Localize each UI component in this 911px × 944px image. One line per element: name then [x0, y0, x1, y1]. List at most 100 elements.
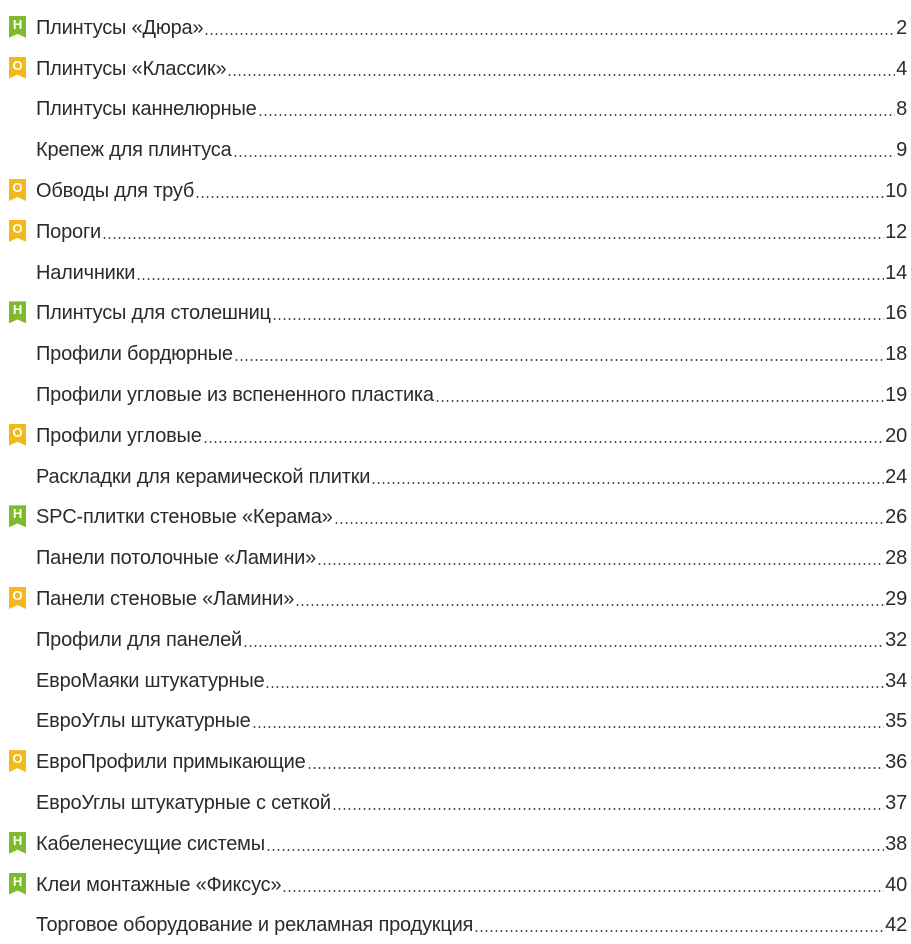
- toc-row[interactable]: Н SPC-плитки стеновые «Керама» 26: [0, 496, 911, 537]
- badge-slot: О: [0, 423, 36, 447]
- badge-slot: О: [0, 219, 36, 243]
- toc-row[interactable]: ЕвроМаяки штукатурные 34: [0, 659, 911, 700]
- ribbon-badge-icon: О: [9, 423, 26, 446]
- dot-leader: [243, 644, 885, 647]
- toc-title: Плинтусы «Дюра»: [36, 16, 204, 39]
- badge-slot: О: [0, 178, 36, 202]
- page-number: 34: [885, 669, 907, 692]
- toc-row[interactable]: О ЕвроПрофили примыкающие 36: [0, 740, 911, 781]
- toc-title: Раскладки для керамической плитки: [36, 465, 371, 488]
- badge-slot: Н: [0, 15, 36, 39]
- toc-row[interactable]: Профили угловые из вспененного пластика …: [0, 373, 911, 414]
- ribbon-badge-icon: Н: [9, 831, 26, 854]
- toc-title: Плинтусы для столешниц: [36, 302, 271, 325]
- ribbon-badge-icon: Н: [9, 15, 26, 38]
- toc-row[interactable]: Раскладки для керамической плитки 24: [0, 455, 911, 496]
- badge-slot: [0, 627, 36, 651]
- toc-title: ЕвроУглы штукатурные с сеткой: [36, 791, 331, 814]
- badge-slot: Н: [0, 300, 36, 324]
- dot-leader: [251, 726, 885, 729]
- dot-leader: [232, 155, 896, 158]
- dot-leader: [265, 848, 885, 851]
- page-number: 37: [885, 791, 907, 814]
- dot-leader: [371, 481, 885, 484]
- badge-slot: Н: [0, 872, 36, 896]
- page-number: 18: [885, 343, 907, 366]
- toc-title: Пороги: [36, 220, 102, 243]
- badge-slot: О: [0, 749, 36, 773]
- badge-slot: [0, 668, 36, 692]
- page-number: 4: [896, 57, 907, 80]
- page-number: 40: [885, 873, 907, 896]
- badge-slot: [0, 341, 36, 365]
- dot-leader: [434, 399, 885, 402]
- toc-row[interactable]: Наличники 14: [0, 251, 911, 292]
- toc-title: ЕвроМаяки штукатурные: [36, 669, 265, 692]
- toc-title: Панели стеновые «Ламини»: [36, 587, 295, 610]
- toc-row[interactable]: Н Плинтусы «Дюра» 2: [0, 6, 911, 47]
- page-number: 12: [885, 220, 907, 243]
- toc-row[interactable]: Н Клеи монтажные «Фиксус» 40: [0, 863, 911, 904]
- toc-title: Клеи монтажные «Фиксус»: [36, 873, 282, 896]
- dot-leader: [227, 73, 896, 76]
- dot-leader: [295, 603, 885, 606]
- ribbon-badge-icon: Н: [9, 301, 26, 324]
- page-number: 35: [885, 710, 907, 733]
- toc-row[interactable]: ЕвроУглы штукатурные 35: [0, 700, 911, 741]
- toc-title: Профили угловые: [36, 424, 202, 447]
- toc-row[interactable]: Торговое оборудование и рекламная продук…: [0, 904, 911, 944]
- table-of-contents: Н Плинтусы «Дюра» 2 О Плинтусы «Классик»…: [0, 0, 911, 936]
- badge-slot: О: [0, 56, 36, 80]
- toc-row[interactable]: Крепеж для плинтуса 9: [0, 128, 911, 169]
- page-number: 42: [885, 914, 907, 937]
- dot-leader: [271, 318, 885, 321]
- dot-leader: [265, 685, 885, 688]
- page-number: 29: [885, 587, 907, 610]
- badge-slot: [0, 464, 36, 488]
- dot-leader: [474, 930, 885, 933]
- badge-slot: [0, 382, 36, 406]
- dot-leader: [233, 359, 885, 362]
- page-number: 36: [885, 751, 907, 774]
- dot-leader: [317, 563, 885, 566]
- toc-row[interactable]: О Панели стеновые «Ламини» 29: [0, 577, 911, 618]
- toc-title: Плинтусы каннелюрные: [36, 98, 257, 121]
- toc-title: Профили угловые из вспененного пластика: [36, 383, 434, 406]
- toc-row[interactable]: О Плинтусы «Классик» 4: [0, 47, 911, 88]
- badge-slot: О: [0, 586, 36, 610]
- toc-title: Плинтусы «Классик»: [36, 57, 227, 80]
- toc-row[interactable]: ЕвроУглы штукатурные с сеткой 37: [0, 781, 911, 822]
- toc-title: Профили бордюрные: [36, 343, 233, 366]
- ribbon-badge-icon: О: [9, 586, 26, 609]
- dot-leader: [102, 236, 885, 239]
- page-number: 16: [885, 302, 907, 325]
- toc-title: Кабеленесущие системы: [36, 832, 265, 855]
- badge-slot: [0, 137, 36, 161]
- toc-title: Наличники: [36, 261, 136, 284]
- toc-row[interactable]: Профили бордюрные 18: [0, 332, 911, 373]
- toc-title: Профили для панелей: [36, 628, 242, 651]
- toc-row[interactable]: Панели потолочные «Ламини» 28: [0, 536, 911, 577]
- toc-row[interactable]: Профили для панелей 32: [0, 618, 911, 659]
- toc-title: ЕвроУглы штукатурные: [36, 710, 251, 733]
- ribbon-badge-icon: О: [9, 219, 26, 242]
- dot-leader: [257, 114, 896, 117]
- toc-title: ЕвроПрофили примыкающие: [36, 751, 306, 774]
- page-number: 26: [885, 506, 907, 529]
- toc-row[interactable]: О Пороги 12: [0, 210, 911, 251]
- toc-row[interactable]: О Обводы для труб 10: [0, 169, 911, 210]
- page-number: 14: [885, 261, 907, 284]
- dot-leader: [202, 440, 885, 443]
- toc-title: Панели потолочные «Ламини»: [36, 547, 317, 570]
- page-number: 24: [885, 465, 907, 488]
- page-number: 28: [885, 547, 907, 570]
- badge-slot: [0, 96, 36, 120]
- toc-title: SPC-плитки стеновые «Керама»: [36, 506, 333, 529]
- badge-slot: Н: [0, 831, 36, 855]
- page-number: 2: [896, 16, 907, 39]
- toc-row[interactable]: Н Кабеленесущие системы 38: [0, 822, 911, 863]
- toc-row[interactable]: О Профили угловые 20: [0, 414, 911, 455]
- toc-row[interactable]: Н Плинтусы для столешниц 16: [0, 292, 911, 333]
- toc-row[interactable]: Плинтусы каннелюрные 8: [0, 88, 911, 129]
- toc-title: Крепеж для плинтуса: [36, 139, 232, 162]
